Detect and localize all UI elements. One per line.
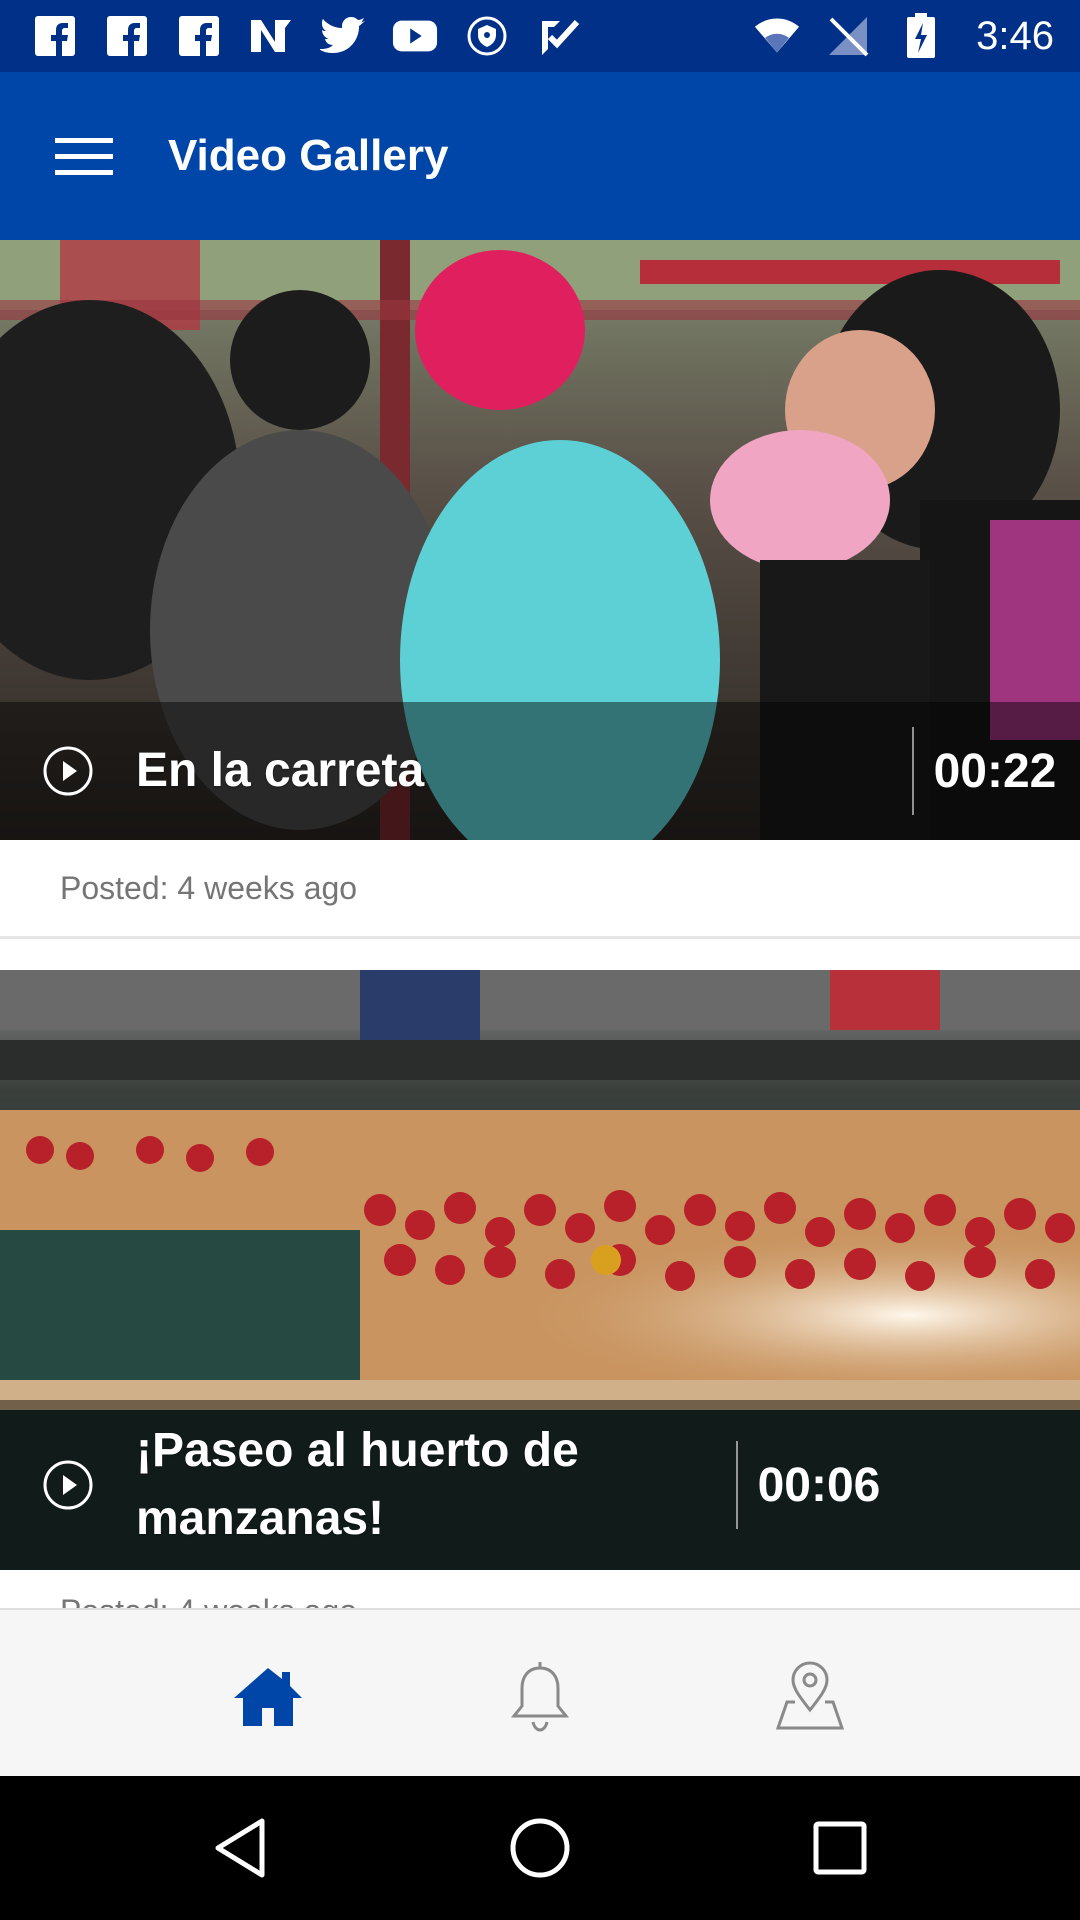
video-thumbnail[interactable]: En la carreta 00:22 xyxy=(0,240,1080,840)
hamburger-menu-icon xyxy=(55,138,113,175)
posted-time: Posted: 4 weeks ago xyxy=(60,869,358,906)
video-duration: 00:06 xyxy=(757,1458,881,1512)
facebook-icon xyxy=(104,13,150,59)
wifi-icon xyxy=(754,13,800,59)
notification-icons xyxy=(32,13,582,59)
app-bar: Video Gallery xyxy=(0,72,1080,240)
twitter-icon xyxy=(320,13,366,59)
battery-charging-icon xyxy=(898,13,944,59)
system-status: 3:46 xyxy=(754,13,1054,59)
system-nav-bar xyxy=(0,1776,1080,1920)
nav-map[interactable] xyxy=(768,1654,852,1738)
screen: 3:46 Video Gallery En la carreta 00:22 P… xyxy=(0,0,1080,1920)
news-icon xyxy=(248,13,294,59)
facebook-icon xyxy=(32,13,78,59)
back-button[interactable] xyxy=(204,1812,276,1884)
menu-button[interactable] xyxy=(42,114,126,198)
bottom-nav xyxy=(0,1608,1080,1776)
posted-time: Posted: 4 weeks ago xyxy=(0,1570,1080,1608)
check-icon xyxy=(536,13,582,59)
no-signal-icon xyxy=(826,13,872,59)
nav-home[interactable] xyxy=(226,1654,310,1738)
video-duration: 00:22 xyxy=(933,744,1057,798)
video-card: En la carreta 00:22 Posted: 4 weeks ago xyxy=(0,240,1080,936)
card-divider xyxy=(0,936,1080,939)
video-info-bar: En la carreta 00:22 xyxy=(0,702,1080,840)
page-title: Video Gallery xyxy=(168,131,449,180)
home-circle-icon xyxy=(510,1818,570,1878)
back-icon xyxy=(215,1818,265,1878)
play-icon[interactable] xyxy=(42,745,94,797)
bell-icon xyxy=(510,1662,570,1732)
home-system-button[interactable] xyxy=(504,1812,576,1884)
video-title[interactable]: En la carreta xyxy=(136,737,912,805)
facebook-icon xyxy=(176,13,222,59)
video-info-bar: ¡Paseo al huerto de manzanas! 00:06 xyxy=(0,1400,1080,1570)
recents-button[interactable] xyxy=(804,1812,876,1884)
youtube-icon xyxy=(392,13,438,59)
home-icon xyxy=(234,1668,302,1726)
video-feed[interactable]: En la carreta 00:22 Posted: 4 weeks ago xyxy=(0,240,1080,1608)
video-thumbnail[interactable]: ¡Paseo al huerto de manzanas! 00:06 xyxy=(0,970,1080,1570)
nav-notifications[interactable] xyxy=(498,1654,582,1738)
recents-icon xyxy=(813,1821,867,1875)
play-icon[interactable] xyxy=(42,1459,94,1511)
status-bar: 3:46 xyxy=(0,0,1080,72)
map-pin-icon xyxy=(775,1661,845,1730)
shield-icon xyxy=(464,13,510,59)
video-title[interactable]: ¡Paseo al huerto de manzanas! xyxy=(136,1417,616,1553)
status-time: 3:46 xyxy=(976,13,1054,58)
video-card: ¡Paseo al huerto de manzanas! 00:06 Post… xyxy=(0,970,1080,1608)
